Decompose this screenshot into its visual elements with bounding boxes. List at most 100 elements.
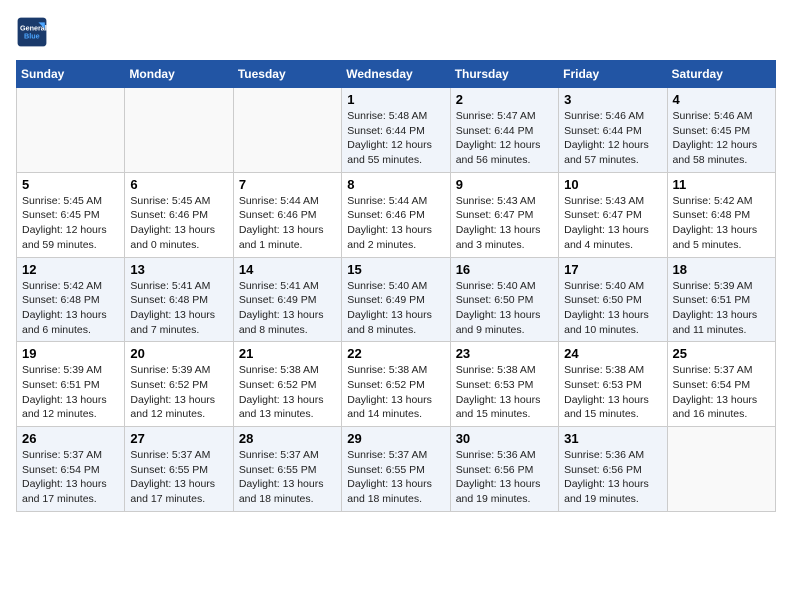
- column-header-monday: Monday: [125, 61, 233, 88]
- day-number: 14: [239, 262, 336, 277]
- calendar-cell: 24Sunrise: 5:38 AM Sunset: 6:53 PM Dayli…: [559, 342, 667, 427]
- calendar-cell: 8 Sunrise: 5:44 AM Sunset: 6:46 PM Daylig…: [342, 172, 450, 257]
- day-info: Sunrise: 5:37 AM Sunset: 6:55 PM Dayligh…: [239, 448, 336, 507]
- day-number: 30: [456, 431, 553, 446]
- day-info: Sunrise: 5:40 AM Sunset: 6:50 PM Dayligh…: [456, 279, 553, 338]
- day-info: Sunrise: 5:43 AM Sunset: 6:47 PM Dayligh…: [564, 194, 661, 253]
- calendar-cell: 9 Sunrise: 5:43 AM Sunset: 6:47 PM Daylig…: [450, 172, 558, 257]
- day-number: 28: [239, 431, 336, 446]
- page-header: General Blue: [16, 16, 776, 48]
- day-number: 13: [130, 262, 227, 277]
- day-info: Sunrise: 5:38 AM Sunset: 6:52 PM Dayligh…: [347, 363, 444, 422]
- calendar-cell: [667, 427, 775, 512]
- day-info: Sunrise: 5:41 AM Sunset: 6:48 PM Dayligh…: [130, 279, 227, 338]
- calendar-cell: 18 Sunrise: 5:39 AM Sunset: 6:51 PM Dayli…: [667, 257, 775, 342]
- day-info: Sunrise: 5:40 AM Sunset: 6:49 PM Dayligh…: [347, 279, 444, 338]
- day-info: Sunrise: 5:47 AM Sunset: 6:44 PM Dayligh…: [456, 109, 553, 168]
- day-info: Sunrise: 5:44 AM Sunset: 6:46 PM Dayligh…: [347, 194, 444, 253]
- day-number: 4: [673, 92, 770, 107]
- calendar-cell: 30 Sunrise: 5:36 AM Sunset: 6:56 PM Dayli…: [450, 427, 558, 512]
- day-info: Sunrise: 5:42 AM Sunset: 6:48 PM Dayligh…: [22, 279, 119, 338]
- column-header-sunday: Sunday: [17, 61, 125, 88]
- day-number: 21: [239, 346, 336, 361]
- day-number: 26: [22, 431, 119, 446]
- day-number: 1: [347, 92, 444, 107]
- day-info: Sunrise: 5:43 AM Sunset: 6:47 PM Dayligh…: [456, 194, 553, 253]
- day-number: 11: [673, 177, 770, 192]
- calendar-cell: 26 Sunrise: 5:37 AM Sunset: 6:54 PM Dayli…: [17, 427, 125, 512]
- day-number: 19: [22, 346, 119, 361]
- calendar-cell: 2 Sunrise: 5:47 AM Sunset: 6:44 PM Daylig…: [450, 88, 558, 173]
- logo-icon: General Blue: [16, 16, 48, 48]
- column-header-thursday: Thursday: [450, 61, 558, 88]
- day-number: 3: [564, 92, 661, 107]
- calendar-cell: 11 Sunrise: 5:42 AM Sunset: 6:48 PM Dayli…: [667, 172, 775, 257]
- day-number: 8: [347, 177, 444, 192]
- day-info: Sunrise: 5:38 AM Sunset: 6:53 PM Dayligh…: [456, 363, 553, 422]
- day-number: 15: [347, 262, 444, 277]
- calendar-cell: 29 Sunrise: 5:37 AM Sunset: 6:55 PM Dayli…: [342, 427, 450, 512]
- column-header-tuesday: Tuesday: [233, 61, 341, 88]
- day-info: Sunrise: 5:36 AM Sunset: 6:56 PM Dayligh…: [564, 448, 661, 507]
- day-number: 18: [673, 262, 770, 277]
- calendar-cell: [17, 88, 125, 173]
- day-number: 9: [456, 177, 553, 192]
- svg-text:Blue: Blue: [24, 31, 40, 40]
- calendar-table: SundayMondayTuesdayWednesdayThursdayFrid…: [16, 60, 776, 512]
- calendar-cell: 31 Sunrise: 5:36 AM Sunset: 6:56 PM Dayli…: [559, 427, 667, 512]
- calendar-cell: 20Sunrise: 5:39 AM Sunset: 6:52 PM Dayli…: [125, 342, 233, 427]
- day-number: 25: [673, 346, 770, 361]
- calendar-cell: 27 Sunrise: 5:37 AM Sunset: 6:55 PM Dayli…: [125, 427, 233, 512]
- day-info: Sunrise: 5:45 AM Sunset: 6:46 PM Dayligh…: [130, 194, 227, 253]
- column-header-wednesday: Wednesday: [342, 61, 450, 88]
- day-number: 5: [22, 177, 119, 192]
- calendar-cell: [125, 88, 233, 173]
- calendar-cell: 10 Sunrise: 5:43 AM Sunset: 6:47 PM Dayli…: [559, 172, 667, 257]
- day-number: 16: [456, 262, 553, 277]
- calendar-cell: 25 Sunrise: 5:37 AM Sunset: 6:54 PM Dayli…: [667, 342, 775, 427]
- day-info: Sunrise: 5:42 AM Sunset: 6:48 PM Dayligh…: [673, 194, 770, 253]
- day-info: Sunrise: 5:37 AM Sunset: 6:55 PM Dayligh…: [347, 448, 444, 507]
- calendar-cell: 7 Sunrise: 5:44 AM Sunset: 6:46 PM Daylig…: [233, 172, 341, 257]
- calendar-cell: 21Sunrise: 5:38 AM Sunset: 6:52 PM Dayli…: [233, 342, 341, 427]
- day-info: Sunrise: 5:36 AM Sunset: 6:56 PM Dayligh…: [456, 448, 553, 507]
- day-number: 2: [456, 92, 553, 107]
- day-info: Sunrise: 5:44 AM Sunset: 6:46 PM Dayligh…: [239, 194, 336, 253]
- calendar-cell: 17 Sunrise: 5:40 AM Sunset: 6:50 PM Dayli…: [559, 257, 667, 342]
- day-info: Sunrise: 5:48 AM Sunset: 6:44 PM Dayligh…: [347, 109, 444, 168]
- day-info: Sunrise: 5:39 AM Sunset: 6:51 PM Dayligh…: [673, 279, 770, 338]
- day-number: 10: [564, 177, 661, 192]
- day-info: Sunrise: 5:46 AM Sunset: 6:44 PM Dayligh…: [564, 109, 661, 168]
- day-info: Sunrise: 5:46 AM Sunset: 6:45 PM Dayligh…: [673, 109, 770, 168]
- day-info: Sunrise: 5:45 AM Sunset: 6:45 PM Dayligh…: [22, 194, 119, 253]
- day-number: 27: [130, 431, 227, 446]
- day-info: Sunrise: 5:40 AM Sunset: 6:50 PM Dayligh…: [564, 279, 661, 338]
- day-number: 6: [130, 177, 227, 192]
- day-number: 17: [564, 262, 661, 277]
- day-number: 12: [22, 262, 119, 277]
- calendar-cell: 22 Sunrise: 5:38 AM Sunset: 6:52 PM Dayli…: [342, 342, 450, 427]
- calendar-cell: 4 Sunrise: 5:46 AM Sunset: 6:45 PM Daylig…: [667, 88, 775, 173]
- column-header-friday: Friday: [559, 61, 667, 88]
- day-info: Sunrise: 5:37 AM Sunset: 6:54 PM Dayligh…: [22, 448, 119, 507]
- calendar-cell: 5 Sunrise: 5:45 AM Sunset: 6:45 PM Daylig…: [17, 172, 125, 257]
- day-number: 7: [239, 177, 336, 192]
- calendar-cell: 28 Sunrise: 5:37 AM Sunset: 6:55 PM Dayli…: [233, 427, 341, 512]
- calendar-cell: 19Sunrise: 5:39 AM Sunset: 6:51 PM Dayli…: [17, 342, 125, 427]
- day-number: 20: [130, 346, 227, 361]
- day-number: 31: [564, 431, 661, 446]
- calendar-cell: 13 Sunrise: 5:41 AM Sunset: 6:48 PM Dayli…: [125, 257, 233, 342]
- calendar-cell: 1 Sunrise: 5:48 AM Sunset: 6:44 PM Daylig…: [342, 88, 450, 173]
- calendar-cell: 16 Sunrise: 5:40 AM Sunset: 6:50 PM Dayli…: [450, 257, 558, 342]
- calendar-cell: 3 Sunrise: 5:46 AM Sunset: 6:44 PM Daylig…: [559, 88, 667, 173]
- day-number: 29: [347, 431, 444, 446]
- day-number: 24: [564, 346, 661, 361]
- calendar-cell: [233, 88, 341, 173]
- day-info: Sunrise: 5:37 AM Sunset: 6:55 PM Dayligh…: [130, 448, 227, 507]
- calendar-cell: 6 Sunrise: 5:45 AM Sunset: 6:46 PM Daylig…: [125, 172, 233, 257]
- calendar-cell: 15 Sunrise: 5:40 AM Sunset: 6:49 PM Dayli…: [342, 257, 450, 342]
- calendar-cell: 12 Sunrise: 5:42 AM Sunset: 6:48 PM Dayli…: [17, 257, 125, 342]
- day-info: Sunrise: 5:37 AM Sunset: 6:54 PM Dayligh…: [673, 363, 770, 422]
- day-number: 22: [347, 346, 444, 361]
- calendar-cell: 23Sunrise: 5:38 AM Sunset: 6:53 PM Dayli…: [450, 342, 558, 427]
